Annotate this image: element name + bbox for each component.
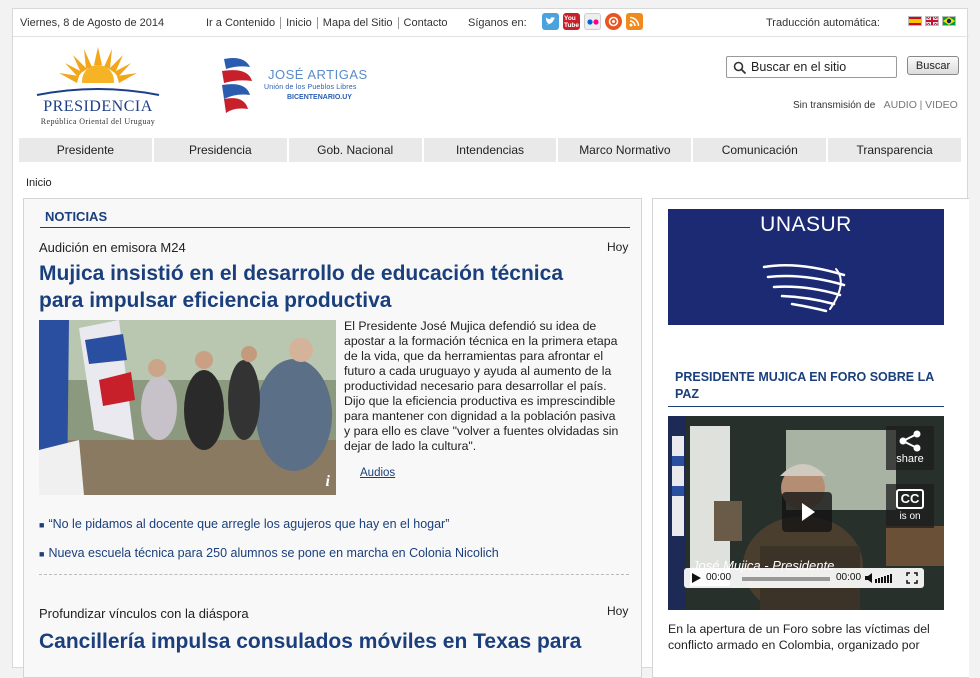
search-button[interactable]: Buscar bbox=[907, 56, 959, 75]
artigas-bicentenario-logo[interactable]: JOSÉ ARTIGAS Unión de los Pueblos Libres… bbox=[218, 53, 388, 115]
nav-item-intendencias[interactable]: Intendencias bbox=[423, 138, 557, 162]
play-small-icon[interactable] bbox=[690, 572, 702, 584]
play-button[interactable] bbox=[782, 492, 832, 532]
news-photo-image bbox=[39, 320, 336, 495]
news-date-2: Hoy bbox=[607, 604, 629, 618]
news-lead: El Presidente José Mujica defendió su id… bbox=[344, 319, 619, 453]
play-icon bbox=[802, 503, 815, 521]
news-kicker-2: Profundizar vínculos con la diáspora bbox=[39, 606, 249, 621]
nav-item-comunicacion[interactable]: Comunicación bbox=[693, 138, 827, 162]
link-home[interactable]: Inicio bbox=[280, 17, 317, 29]
nav-item-transparencia[interactable]: Transparencia bbox=[828, 138, 962, 162]
news-panel: NOTICIAS Audición en emisora M24 Hoy Muj… bbox=[23, 198, 642, 678]
share-button[interactable]: share bbox=[886, 426, 934, 470]
audios-link[interactable]: Audios bbox=[360, 467, 395, 479]
link-contact[interactable]: Contacto bbox=[397, 17, 453, 29]
search-input[interactable] bbox=[751, 59, 891, 75]
related-link-1[interactable]: ■ “No le pidamos al docente que arregle l… bbox=[39, 517, 449, 531]
share-icon bbox=[899, 430, 921, 452]
nav-item-presidencia[interactable]: Presidencia bbox=[153, 138, 287, 162]
time-total: 00:00 bbox=[836, 572, 862, 583]
link-skip-to-content[interactable]: Ir a Contenido bbox=[206, 17, 280, 29]
current-date: Viernes, 8 de Agosto de 2014 bbox=[20, 17, 165, 29]
closed-captions-button[interactable]: CC is on bbox=[886, 484, 934, 528]
news-heading: NOTICIAS bbox=[45, 209, 108, 224]
news-photo[interactable]: i bbox=[39, 320, 336, 495]
spanish-flag-icon[interactable] bbox=[908, 16, 922, 26]
video-link[interactable]: VIDEO bbox=[925, 99, 958, 111]
news-headline-line-1[interactable]: Mujica insistió en el desarrollo de educ… bbox=[39, 262, 563, 285]
volume-icon[interactable] bbox=[864, 572, 900, 584]
video-player[interactable]: José Mujica - Presidente share CC is on … bbox=[668, 416, 944, 610]
ribbon-emblem-icon bbox=[222, 58, 252, 113]
news-headline-line-2[interactable]: para impulsar eficiencia productiva bbox=[39, 289, 391, 312]
flickr-icon[interactable] bbox=[584, 13, 601, 30]
video-heading-rule bbox=[668, 406, 944, 407]
portuguese-flag-icon[interactable] bbox=[942, 16, 956, 26]
related-link-2[interactable]: ■ Nueva escuela técnica para 250 alumnos … bbox=[39, 546, 499, 560]
page: Viernes, 8 de Agosto de 2014 Ir a Conten… bbox=[12, 8, 969, 678]
info-icon[interactable]: i bbox=[326, 473, 330, 491]
search-box bbox=[726, 56, 897, 78]
rss-icon[interactable] bbox=[626, 13, 643, 30]
social-links: You Tube bbox=[542, 13, 643, 30]
utility-links: Ir a Contenido Inicio Mapa del Sitio Con… bbox=[206, 17, 453, 29]
nav-item-marco-normativo[interactable]: Marco Normativo bbox=[558, 138, 692, 162]
presidencia-logo[interactable]: PRESIDENCIA República Oriental del Urugu… bbox=[23, 43, 173, 129]
transmission-status: Sin transmisión de AUDIO | VIDEO bbox=[793, 99, 958, 111]
cc-state: is on bbox=[899, 511, 921, 522]
bullet-icon: ■ bbox=[39, 549, 45, 559]
time-current: 00:00 bbox=[706, 572, 732, 583]
main-nav: Presidente Presidencia Gob. Nacional Int… bbox=[19, 138, 962, 162]
progress-bar[interactable] bbox=[742, 577, 830, 581]
news-kicker: Audición en emisora M24 bbox=[39, 240, 186, 255]
video-controls: 00:00 00:00 bbox=[684, 568, 924, 588]
video-heading[interactable]: PRESIDENTE MUJICA EN FORO SOBRE LA PAZ bbox=[675, 369, 951, 403]
logo-subtitle: República Oriental del Uruguay bbox=[40, 117, 156, 126]
news-date: Hoy bbox=[607, 240, 629, 254]
english-flag-icon[interactable] bbox=[925, 16, 939, 26]
artigas-subtitle: Unión de los Pueblos Libres bbox=[264, 84, 357, 91]
radio-icon[interactable] bbox=[605, 13, 622, 30]
news-heading-rule bbox=[40, 227, 630, 228]
share-label: share bbox=[896, 453, 924, 465]
logo-title: PRESIDENCIA bbox=[43, 98, 153, 115]
youtube-icon[interactable]: You Tube bbox=[563, 13, 580, 30]
breadcrumb[interactable]: Inicio bbox=[26, 177, 52, 189]
bullet-icon: ■ bbox=[39, 520, 45, 530]
fullscreen-icon[interactable] bbox=[906, 572, 918, 584]
globe-swoosh-icon bbox=[762, 263, 846, 313]
sun-emblem-icon bbox=[36, 47, 160, 99]
artigas-site: BICENTENARIO.UY bbox=[287, 94, 352, 101]
artigas-title: JOSÉ ARTIGAS bbox=[268, 67, 368, 82]
sidebar: UNASUR PRESIDENTE MUJICA EN FORO SOBRE L… bbox=[652, 198, 969, 678]
search-icon bbox=[733, 61, 747, 75]
news-headline-2[interactable]: Cancillería impulsa consulados móviles e… bbox=[39, 628, 619, 655]
nav-item-presidente[interactable]: Presidente bbox=[19, 138, 152, 162]
audio-link[interactable]: AUDIO bbox=[884, 99, 917, 111]
top-bar: Viernes, 8 de Agosto de 2014 Ir a Conten… bbox=[13, 9, 969, 37]
transmission-label: Sin transmisión de bbox=[793, 100, 876, 111]
news-headline[interactable]: Mujica insistió en el desarrollo de educ… bbox=[39, 260, 619, 314]
language-flags bbox=[908, 16, 956, 26]
news-separator bbox=[39, 574, 629, 575]
cc-icon: CC bbox=[896, 489, 924, 509]
video-caption: En la apertura de un Foro sobre las víct… bbox=[668, 622, 930, 652]
follow-label: Síganos en: bbox=[468, 17, 527, 29]
twitter-icon[interactable] bbox=[542, 13, 559, 30]
link-sitemap[interactable]: Mapa del Sitio bbox=[316, 17, 398, 29]
unasur-banner[interactable]: UNASUR bbox=[668, 209, 944, 325]
translate-label: Traducción automática: bbox=[766, 17, 880, 29]
nav-item-gob-nacional[interactable]: Gob. Nacional bbox=[288, 138, 422, 162]
